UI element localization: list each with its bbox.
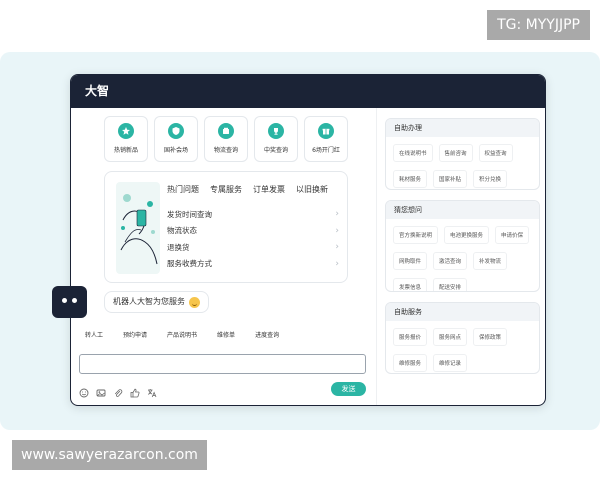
chevron-right-icon: ›	[335, 242, 339, 253]
self-service-item[interactable]: 售前咨询	[438, 144, 473, 162]
tab-trade-in[interactable]: 以旧换新	[296, 184, 328, 195]
guess-question-item[interactable]: 官方换新说明	[393, 226, 439, 244]
self-help-service-item[interactable]: 服务报价	[393, 328, 428, 346]
quick-actions: 转人工 预约申请 产品说明书 维修单 进度查询	[79, 326, 285, 343]
quick-service-logistics[interactable]: 物流查询	[204, 116, 248, 162]
faq-item-label: 服务收费方式	[167, 259, 212, 269]
faq-item-label: 物流状态	[167, 226, 197, 236]
guess-question-item[interactable]: 激活查询	[433, 252, 468, 270]
quick-service-subsidy[interactable]: 国补会场	[154, 116, 198, 162]
self-service-title: 自助办理	[386, 119, 539, 137]
self-help-services-card: 自助服务 服务报价 服务网点 保修政策 维修服务 维修记录	[385, 302, 540, 374]
guess-question-item[interactable]: 配送安排	[433, 278, 468, 291]
window-title: 大智	[71, 75, 545, 108]
quick-service-hot-new[interactable]: 热销新品	[104, 116, 148, 162]
self-service-grid: 在线说明书 售前咨询 权益查询 耗材服务 国家补贴 积分兑换	[386, 137, 539, 189]
quick-service-prize[interactable]: 中奖查询	[254, 116, 298, 162]
manual-button[interactable]: 产品说明书	[161, 326, 203, 343]
self-service-item[interactable]: 国家补贴	[433, 170, 468, 188]
faq-item[interactable]: 物流状态 ›	[167, 223, 339, 240]
send-button[interactable]: 发送	[331, 382, 366, 396]
quick-service-label: 中奖查询	[263, 147, 288, 154]
bot-avatar	[52, 286, 87, 318]
smile-emoji-icon	[189, 296, 200, 308]
self-service-item[interactable]: 积分兑换	[473, 170, 508, 188]
top-watermark: TG: MYYJJPP	[487, 10, 590, 40]
quick-service-label: 物流查询	[213, 147, 238, 154]
repair-order-button[interactable]: 维修单	[211, 326, 241, 343]
tab-order-invoice[interactable]: 订单发票	[253, 184, 285, 195]
faq-tabs: 热门问题 专属服务 订单发票 以旧换新	[167, 184, 328, 195]
input-toolbar	[79, 383, 157, 398]
appointment-button[interactable]: 预约申请	[117, 326, 153, 343]
attachment-icon[interactable]	[113, 383, 123, 397]
progress-query-button[interactable]: 进度查询	[249, 326, 285, 343]
thumbs-up-icon[interactable]	[130, 383, 140, 398]
greeting-text: 机器人大智为您服务	[113, 297, 185, 306]
trophy-icon	[268, 123, 284, 139]
self-help-services-title: 自助服务	[386, 303, 539, 321]
service-sidebar: 自助办理 在线说明书 售前咨询 权益查询 耗材服务 国家补贴 积分兑换 猜您想问…	[376, 108, 545, 405]
self-help-service-item[interactable]: 服务网点	[433, 328, 468, 346]
faq-item-label: 退换货	[167, 242, 190, 252]
faq-item[interactable]: 退换货 ›	[167, 239, 339, 256]
guess-questions-grid: 官方换新说明 电池更换服务 申请价保 网购取件 激活查询 补发物流 发票信息 配…	[386, 219, 539, 291]
self-help-service-item[interactable]: 保修政策	[473, 328, 508, 346]
image-icon[interactable]	[96, 383, 106, 397]
quick-service-label: 热销新品	[113, 147, 138, 154]
faq-item[interactable]: 服务收费方式 ›	[167, 256, 339, 273]
guess-question-item[interactable]: 发票信息	[393, 278, 428, 291]
transfer-agent-button[interactable]: 转人工	[79, 326, 109, 343]
guess-questions-title: 猜您想问	[386, 201, 539, 219]
faq-item-label: 发货时间查询	[167, 209, 212, 219]
bot-greeting-bubble: 机器人大智为您服务	[104, 291, 209, 313]
quick-service-opening[interactable]: 6场开门红	[304, 116, 348, 162]
self-service-card: 自助办理 在线说明书 售前咨询 权益查询 耗材服务 国家补贴 积分兑换	[385, 118, 540, 190]
chat-window: 大智 热销新品 国补会场 物流查询 中奖查询 6场开门红 热门问题 专属服务 订…	[70, 74, 546, 406]
star-badge-icon	[118, 123, 134, 139]
quick-services-row: 热销新品 国补会场 物流查询 中奖查询 6场开门红	[104, 116, 348, 162]
tab-hot-questions[interactable]: 热门问题	[167, 184, 199, 195]
chat-panel: 热销新品 国补会场 物流查询 中奖查询 6场开门红 热门问题 专属服务 订单发票…	[71, 108, 376, 405]
chevron-right-icon: ›	[335, 225, 339, 236]
chevron-right-icon: ›	[335, 209, 339, 220]
message-input[interactable]	[80, 358, 365, 377]
translate-icon[interactable]	[147, 383, 157, 398]
self-service-item[interactable]: 在线说明书	[393, 144, 433, 162]
self-help-service-item[interactable]: 维修服务	[393, 354, 428, 372]
tab-exclusive-service[interactable]: 专属服务	[210, 184, 242, 195]
quick-service-label: 6场开门红	[312, 147, 340, 154]
faq-card: 热门问题 专属服务 订单发票 以旧换新 发货时间查询 › 物流状态 › 退换货 …	[104, 171, 348, 283]
self-help-services-grid: 服务报价 服务网点 保修政策 维修服务 维修记录	[386, 321, 539, 373]
guess-questions-card: 猜您想问 官方换新说明 电池更换服务 申请价保 网购取件 激活查询 补发物流 发…	[385, 200, 540, 292]
avatar-eye	[72, 298, 77, 303]
faq-list: 发货时间查询 › 物流状态 › 退换货 › 服务收费方式 ›	[167, 206, 339, 272]
guess-question-item[interactable]: 网购取件	[393, 252, 428, 270]
chevron-right-icon: ›	[335, 258, 339, 269]
avatar-eye	[62, 298, 67, 303]
gift-icon	[318, 123, 334, 139]
support-illustration	[113, 180, 163, 276]
guess-question-item[interactable]: 补发物流	[473, 252, 508, 270]
package-icon	[218, 123, 234, 139]
guess-question-item[interactable]: 电池更换服务	[444, 226, 490, 244]
faq-item[interactable]: 发货时间查询 ›	[167, 206, 339, 223]
quick-service-label: 国补会场	[163, 147, 188, 154]
shield-icon	[168, 123, 184, 139]
message-input-box	[79, 354, 366, 377]
self-help-service-item[interactable]: 维修记录	[433, 354, 468, 372]
emoji-icon[interactable]	[79, 383, 89, 398]
self-service-item[interactable]: 权益查询	[478, 144, 513, 162]
self-service-item[interactable]: 耗材服务	[393, 170, 428, 188]
bottom-watermark: www.sawyerazarcon.com	[12, 440, 207, 470]
guess-question-item[interactable]: 申请价保	[495, 226, 530, 244]
